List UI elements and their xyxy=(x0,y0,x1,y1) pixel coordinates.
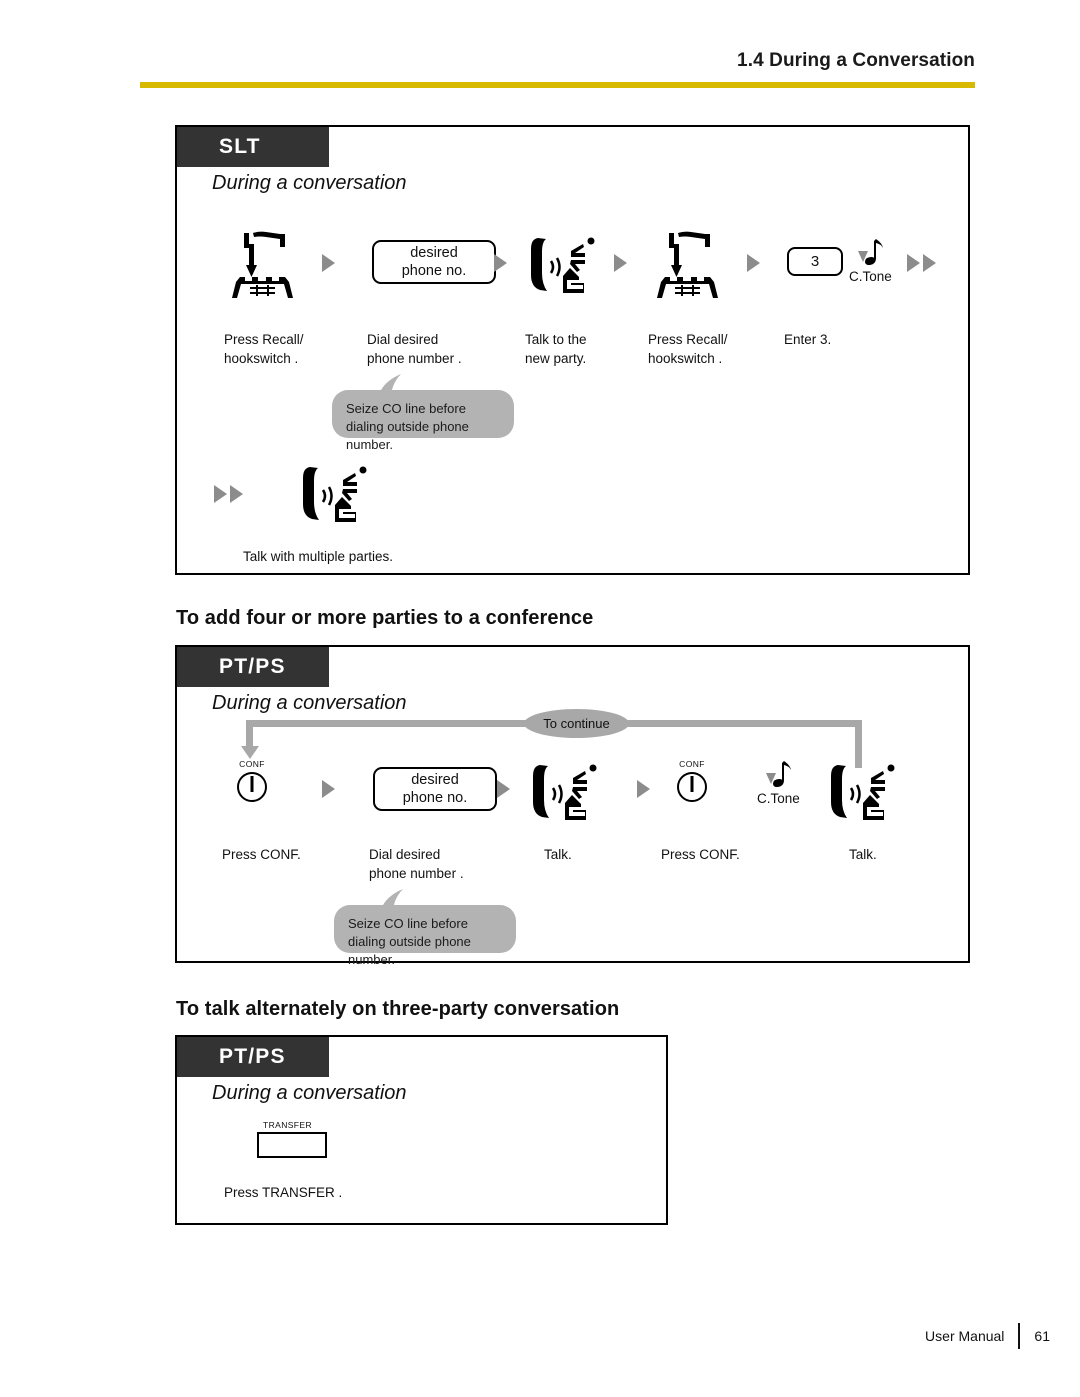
note-bubble-seize-co-2: Seize CO line before dialing outside pho… xyxy=(334,905,516,967)
key-line-1: desired xyxy=(411,772,459,788)
flow-arrow-final-b xyxy=(230,485,243,503)
transfer-key-rect xyxy=(257,1132,327,1158)
step-label-dial-desired-2: Dial desired phone number . xyxy=(369,847,464,881)
c-tone-label: C.Tone xyxy=(849,269,892,284)
confirmation-tone-indicator-2: C.Tone xyxy=(757,759,800,806)
conf-key-icon-2[interactable]: CONF xyxy=(675,759,709,804)
key-line-2: phone no. xyxy=(401,263,467,279)
footer-page-number: 61 xyxy=(1034,1328,1050,1344)
page-header-title: 1.4 During a Conversation xyxy=(737,50,975,71)
step-label-press-conf-1: Press CONF. xyxy=(222,847,301,862)
conf-key-icon-1[interactable]: CONF xyxy=(235,759,269,804)
loop-arrowhead-icon xyxy=(240,746,259,759)
panel-pt-ps-four-parties: PT/PS During a conversation To continue … xyxy=(175,645,970,967)
transfer-key-icon[interactable]: TRANSFER xyxy=(257,1120,327,1158)
conf-key-cap: CONF xyxy=(679,759,705,769)
hookswitch-icon xyxy=(230,227,304,299)
loop-line-top-right xyxy=(627,720,862,727)
footer-manual-label: User Manual xyxy=(925,1328,1005,1344)
step-label-press-recall-2: Press Recall/ hookswitch . xyxy=(648,332,728,366)
note-bubble-seize-co-1: Seize CO line before dialing outside pho… xyxy=(332,390,514,452)
panel-pt-ps-alternate-talk: PT/PS During a conversation TRANSFER Pre… xyxy=(175,1035,668,1225)
panel-tag-pt-ps-1: PT/PS xyxy=(177,647,329,687)
talk-icon-4 xyxy=(529,762,605,824)
step-label-dial-desired-1: Dial desired phone number . xyxy=(367,332,462,366)
key-line-1: desired xyxy=(410,245,458,261)
hookswitch-icon-2 xyxy=(655,227,729,299)
flow-arrow-p2-3 xyxy=(637,780,650,798)
conf-key-cap: CONF xyxy=(239,759,265,769)
c-tone-label: C.Tone xyxy=(757,791,800,806)
flow-arrow-3 xyxy=(614,254,627,272)
panel-tag-label: PT/PS xyxy=(219,655,286,678)
loop-label-text: To continue xyxy=(543,716,610,731)
conf-round-button-icon xyxy=(677,772,707,802)
loop-line-left-down xyxy=(246,720,253,747)
step-label-press-conf-2: Press CONF. xyxy=(661,847,740,862)
step-label-press-recall-1: Press Recall/ hookswitch . xyxy=(224,332,304,366)
flow-arrow-p2-2 xyxy=(497,780,510,798)
ptps-subhead-2: During a conversation xyxy=(212,1082,407,1104)
loop-line-right-down xyxy=(855,720,862,768)
flow-arrow-2 xyxy=(494,254,507,272)
key-desired-phone-no-1[interactable]: desired phone no. xyxy=(372,240,496,284)
flow-arrow-5b xyxy=(923,254,936,272)
talk-icon xyxy=(527,235,603,297)
music-note-icon xyxy=(858,239,884,266)
step-label-enter-3: Enter 3. xyxy=(784,332,832,347)
step-label-talk-1: Talk. xyxy=(544,847,572,862)
section-heading-alternate-talk: To talk alternately on three-party conve… xyxy=(176,998,620,1020)
flow-arrow-p2-1 xyxy=(322,780,335,798)
loop-label-to-continue: To continue xyxy=(524,709,629,738)
ptps-subhead-1: During a conversation xyxy=(212,692,407,714)
key-line-2: phone no. xyxy=(402,790,468,806)
flow-arrow-5a xyxy=(907,254,920,272)
talk-icon-5 xyxy=(827,762,903,824)
step-label-talk-multiple: Talk with multiple parties. xyxy=(243,549,394,564)
step-label-press-transfer: Press TRANSFER . xyxy=(224,1185,343,1200)
transfer-key-cap: TRANSFER xyxy=(263,1120,313,1130)
panel-tag-pt-ps-2: PT/PS xyxy=(177,1037,329,1077)
flow-arrow-4 xyxy=(747,254,760,272)
confirmation-tone-indicator: C.Tone xyxy=(849,237,892,284)
slt-subhead: During a conversation xyxy=(212,172,407,194)
flow-arrow-1 xyxy=(322,254,335,272)
key-desired-phone-no-2[interactable]: desired phone no. xyxy=(373,767,497,811)
flow-arrow-final-a xyxy=(214,485,227,503)
panel-slt-conference: SLT During a conversation desired phone … xyxy=(175,125,970,575)
panel-tag-label: SLT xyxy=(219,135,261,158)
page-footer: User Manual 61 xyxy=(925,1323,1050,1349)
step-label-talk-new-party: Talk to the new party. xyxy=(525,332,587,366)
talk-icon-3 xyxy=(299,464,375,526)
panel-tag-label: PT/PS xyxy=(219,1045,286,1068)
conf-round-button-icon xyxy=(237,772,267,802)
key-3[interactable]: 3 xyxy=(787,247,843,276)
panel-tag-slt: SLT xyxy=(177,127,329,167)
step-label-talk-2: Talk. xyxy=(849,847,877,862)
footer-divider xyxy=(1018,1323,1021,1349)
section-heading-add-four-parties: To add four or more parties to a confere… xyxy=(176,607,594,629)
manual-page: 1.4 During a Conversation SLT During a c… xyxy=(0,0,1080,1397)
loop-line-top-left xyxy=(246,720,526,727)
key-3-label: 3 xyxy=(810,253,820,270)
header-rule xyxy=(140,82,975,88)
music-note-icon xyxy=(766,761,792,788)
